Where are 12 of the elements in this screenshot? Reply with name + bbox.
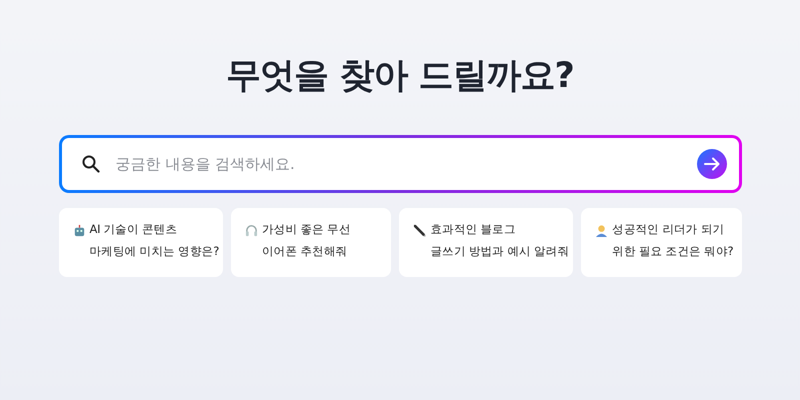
suggestion-card[interactable]: 가성비 좋은 무선 이어폰 추천해줘 xyxy=(231,208,392,277)
suggestion-card[interactable]: 효과적인 블로그 글쓰기 방법과 예시 알려줘 xyxy=(399,208,574,277)
search-icon xyxy=(82,155,100,173)
pen-icon xyxy=(413,224,426,237)
robot-icon xyxy=(72,224,86,237)
suggestion-card[interactable]: 성공적인 리더가 되기 위한 필요 조건은 뭐야? xyxy=(581,208,742,277)
page-heading: 무엇을 찾아 드릴까요? xyxy=(226,55,574,98)
person-icon xyxy=(595,224,608,237)
headphones-icon xyxy=(245,224,258,237)
suggestion-card[interactable]: AI 기술이 콘텐츠 마케팅에 미치는 영향은? xyxy=(58,208,224,277)
search-input[interactable]: 궁금한 내용을 검색하세요. xyxy=(114,154,682,174)
submit-button[interactable] xyxy=(696,149,726,179)
